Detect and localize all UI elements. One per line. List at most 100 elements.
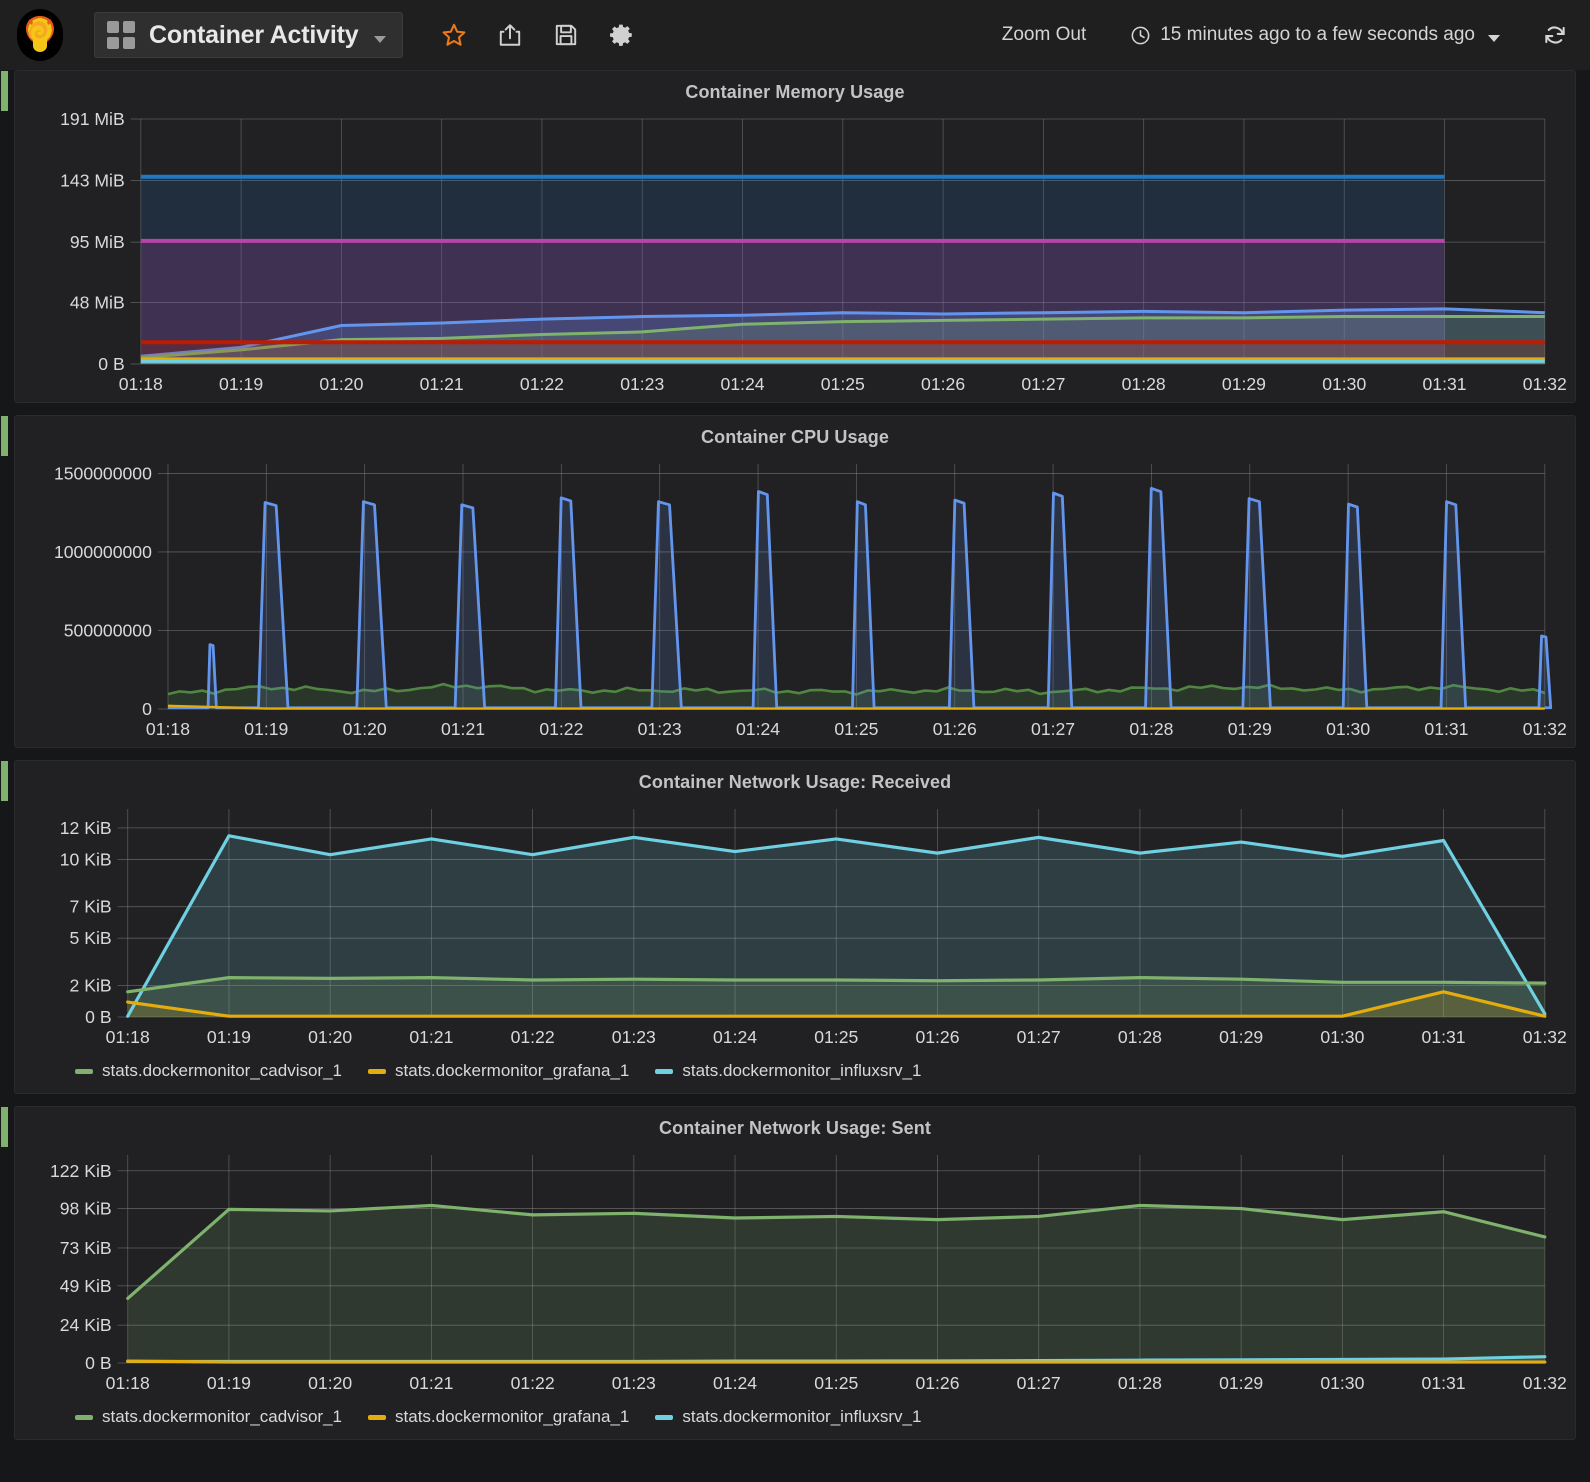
svg-text:01:31: 01:31 xyxy=(1422,374,1466,394)
svg-text:01:22: 01:22 xyxy=(511,1373,555,1393)
svg-text:0 B: 0 B xyxy=(98,354,124,374)
svg-text:01:26: 01:26 xyxy=(933,719,977,739)
network-sent-chart[interactable]: 0 B 24 KiB 49 KiB 73 KiB 98 KiB 122 KiB 01:18 0… xyxy=(15,1143,1575,1401)
chevron-down-icon xyxy=(374,35,387,43)
svg-text:01:28: 01:28 xyxy=(1118,1027,1162,1047)
svg-text:0 B: 0 B xyxy=(85,1353,111,1373)
legend-color-swatch xyxy=(655,1068,674,1074)
svg-text:01:26: 01:26 xyxy=(915,1373,959,1393)
legend-item[interactable]: stats.dockermonitor_influxsrv_1 xyxy=(655,1061,921,1081)
share-icon[interactable] xyxy=(497,22,523,48)
panel-alert-indicator xyxy=(1,1107,8,1147)
svg-text:01:30: 01:30 xyxy=(1320,1027,1364,1047)
svg-text:01:29: 01:29 xyxy=(1219,1373,1263,1393)
legend-color-swatch xyxy=(368,1068,387,1074)
grafana-logo[interactable] xyxy=(14,9,66,61)
svg-text:01:28: 01:28 xyxy=(1122,374,1166,394)
svg-text:500000000: 500000000 xyxy=(64,621,152,641)
star-icon[interactable] xyxy=(441,22,467,48)
svg-text:01:21: 01:21 xyxy=(441,719,485,739)
time-range-label: 15 minutes ago to a few seconds ago xyxy=(1160,24,1475,45)
legend-item[interactable]: stats.dockermonitor_grafana_1 xyxy=(368,1061,629,1081)
svg-text:01:20: 01:20 xyxy=(319,374,363,394)
svg-text:01:18: 01:18 xyxy=(119,374,163,394)
legend-network-received: stats.dockermonitor_cadvisor_1 stats.doc… xyxy=(15,1055,1575,1093)
gear-icon[interactable] xyxy=(609,22,635,48)
panel-title[interactable]: Container Memory Usage xyxy=(15,71,1575,107)
legend-series-label: stats.dockermonitor_influxsrv_1 xyxy=(682,1061,922,1080)
svg-text:01:19: 01:19 xyxy=(219,374,263,394)
svg-text:01:19: 01:19 xyxy=(244,719,288,739)
svg-text:01:20: 01:20 xyxy=(308,1373,352,1393)
panel-title[interactable]: Container CPU Usage xyxy=(15,416,1575,452)
svg-text:01:25: 01:25 xyxy=(814,1027,858,1047)
svg-text:01:21: 01:21 xyxy=(409,1373,453,1393)
svg-text:49 KiB: 49 KiB xyxy=(60,1276,112,1296)
legend-item[interactable]: stats.dockermonitor_grafana_1 xyxy=(368,1407,629,1427)
svg-text:98 KiB: 98 KiB xyxy=(60,1199,112,1219)
refresh-icon[interactable] xyxy=(1542,22,1568,48)
svg-text:01:25: 01:25 xyxy=(821,374,865,394)
svg-text:01:22: 01:22 xyxy=(520,374,564,394)
svg-text:0: 0 xyxy=(142,699,152,719)
svg-text:01:25: 01:25 xyxy=(814,1373,858,1393)
svg-text:01:19: 01:19 xyxy=(207,1027,251,1047)
svg-text:0 B: 0 B xyxy=(85,1007,111,1027)
legend-series-label: stats.dockermonitor_grafana_1 xyxy=(395,1407,630,1426)
svg-text:01:23: 01:23 xyxy=(638,719,682,739)
svg-text:01:27: 01:27 xyxy=(1031,719,1075,739)
svg-text:122 KiB: 122 KiB xyxy=(50,1161,112,1181)
svg-text:1000000000: 1000000000 xyxy=(54,542,152,562)
svg-text:01:22: 01:22 xyxy=(511,1027,555,1047)
svg-text:1500000000: 1500000000 xyxy=(54,463,152,483)
svg-text:95 MiB: 95 MiB xyxy=(70,232,125,252)
network-received-chart[interactable]: 0 B 2 KiB 5 KiB 7 KiB 10 KiB 12 KiB 01:18 01:19… xyxy=(15,797,1575,1055)
svg-text:01:21: 01:21 xyxy=(409,1027,453,1047)
cpu-usage-chart[interactable]: 0 500000000 1000000000 1500000000 01:18 01:19… xyxy=(15,452,1575,747)
legend-series-label: stats.dockermonitor_grafana_1 xyxy=(395,1061,630,1080)
time-controls: Zoom Out 15 minutes ago to a few seconds… xyxy=(1002,22,1568,48)
panel-alert-indicator xyxy=(1,416,8,456)
chevron-down-icon xyxy=(1488,34,1500,42)
svg-text:01:27: 01:27 xyxy=(1017,1373,1061,1393)
legend-network-sent: stats.dockermonitor_cadvisor_1 stats.doc… xyxy=(15,1401,1575,1439)
svg-text:01:18: 01:18 xyxy=(106,1027,150,1047)
svg-text:01:19: 01:19 xyxy=(207,1373,251,1393)
dashboard-picker[interactable]: Container Activity xyxy=(94,12,404,58)
legend-color-swatch xyxy=(75,1068,93,1074)
memory-usage-chart[interactable]: 0 B 48 MiB 95 MiB 143 MiB 191 MiB 01:18 01:19 0… xyxy=(15,107,1575,402)
svg-text:01:29: 01:29 xyxy=(1222,374,1266,394)
legend-item[interactable]: stats.dockermonitor_influxsrv_1 xyxy=(655,1407,921,1427)
time-range-picker[interactable]: 15 minutes ago to a few seconds ago xyxy=(1130,24,1500,46)
legend-item[interactable]: stats.dockermonitor_cadvisor_1 xyxy=(75,1061,342,1081)
panel-container-network-sent: Container Network Usage: Sent 0 B 24 KiB 4… xyxy=(1,1106,1576,1440)
svg-text:01:23: 01:23 xyxy=(620,374,664,394)
dashboard-grid-icon xyxy=(107,21,135,49)
svg-text:01:30: 01:30 xyxy=(1320,1373,1364,1393)
legend-item[interactable]: stats.dockermonitor_cadvisor_1 xyxy=(75,1407,342,1427)
panel-title[interactable]: Container Network Usage: Sent xyxy=(15,1107,1575,1143)
svg-text:01:32: 01:32 xyxy=(1523,374,1567,394)
save-icon[interactable] xyxy=(553,22,579,48)
dashboard-panels: Container Memory Usage 0 B 48 MiB 95 MiB 14… xyxy=(0,70,1590,1440)
panel-container-cpu-usage: Container CPU Usage 0 500000000 1000000000… xyxy=(1,415,1576,748)
svg-text:01:28: 01:28 xyxy=(1129,719,1173,739)
svg-text:01:24: 01:24 xyxy=(713,1373,757,1393)
svg-text:01:26: 01:26 xyxy=(921,374,965,394)
svg-text:01:25: 01:25 xyxy=(834,719,878,739)
svg-text:01:31: 01:31 xyxy=(1422,1373,1466,1393)
svg-text:10 KiB: 10 KiB xyxy=(60,849,112,869)
svg-text:01:29: 01:29 xyxy=(1228,719,1272,739)
zoom-out-button[interactable]: Zoom Out xyxy=(1002,24,1086,46)
legend-color-swatch xyxy=(368,1414,387,1420)
top-navbar: Container Activity Zoom Out 15 minutes a… xyxy=(0,0,1590,70)
svg-text:5 KiB: 5 KiB xyxy=(70,928,112,948)
panel-title[interactable]: Container Network Usage: Received xyxy=(15,761,1575,797)
panel-alert-indicator xyxy=(1,71,8,111)
svg-text:01:27: 01:27 xyxy=(1017,1027,1061,1047)
svg-text:01:26: 01:26 xyxy=(915,1027,959,1047)
svg-text:01:23: 01:23 xyxy=(612,1027,656,1047)
panel-container-network-received: Container Network Usage: Received 0 B 2 K… xyxy=(1,760,1576,1094)
svg-text:01:32: 01:32 xyxy=(1523,1027,1567,1047)
svg-text:01:20: 01:20 xyxy=(343,719,387,739)
